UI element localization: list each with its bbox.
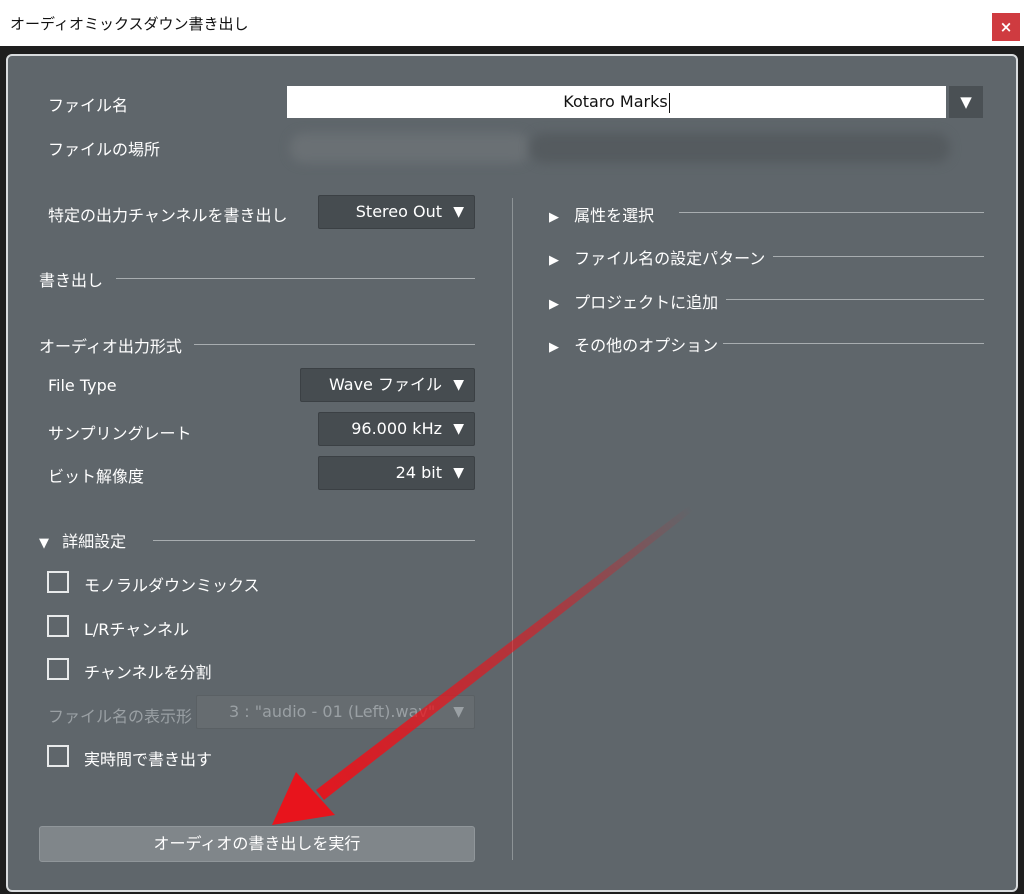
annotation-arrow [272,505,694,825]
annotation-arrow-shaft [316,505,694,800]
